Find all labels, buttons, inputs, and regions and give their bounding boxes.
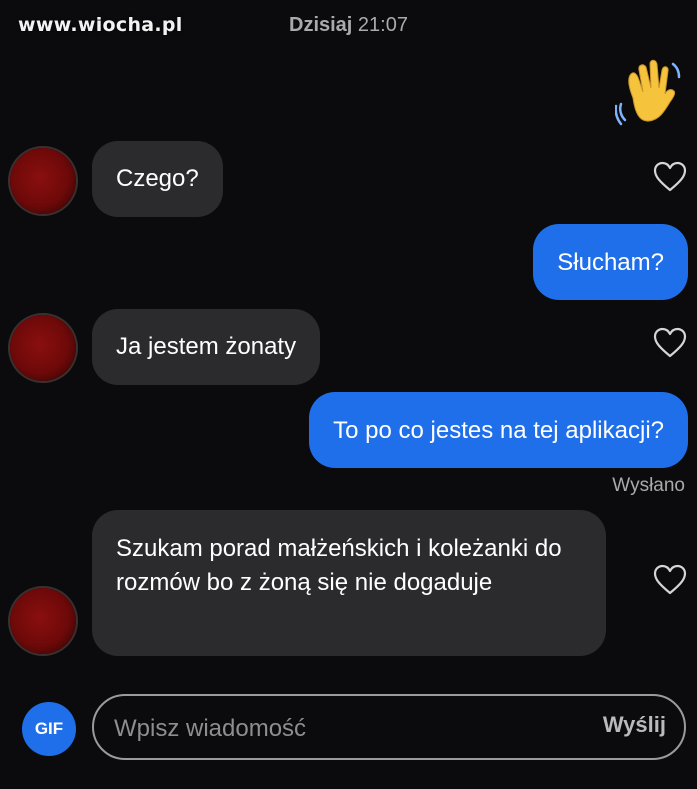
message-composer: Wyślij (92, 694, 686, 760)
heart-outline-icon[interactable] (653, 327, 687, 359)
message-text: Czego? (116, 165, 199, 192)
message-input[interactable] (112, 708, 556, 750)
send-button[interactable]: Wyślij (603, 712, 666, 738)
waving-hand-icon (615, 59, 681, 126)
avatar[interactable] (10, 315, 76, 381)
timestamp-date: Dzisiaj (289, 14, 353, 36)
heart-outline-icon[interactable] (653, 161, 687, 193)
gif-button[interactable]: GIF (22, 702, 76, 756)
avatar[interactable] (10, 588, 76, 654)
message-bubble-incoming: Czego? (92, 141, 223, 217)
timestamp-time: 21:07 (357, 14, 408, 36)
message-bubble-outgoing: To po co jestes na tej aplikacji? (309, 392, 688, 468)
message-text: Słucham? (557, 249, 664, 276)
heart-outline-icon[interactable] (653, 564, 687, 596)
avatar[interactable] (10, 148, 76, 214)
message-bubble-incoming: Ja jestem żonaty (92, 309, 321, 385)
message-text: Ja jestem żonaty (116, 333, 297, 360)
message-bubble-incoming: Szukam porad małżeńskich i koleżanki do … (92, 510, 606, 656)
message-bubble-outgoing: Słucham? (533, 224, 688, 300)
message-status: Wysłano (612, 475, 685, 496)
conversation-timestamp: Dzisiaj 21:07 (0, 14, 697, 37)
message-text: Szukam porad małżeńskich i koleżanki do … (116, 535, 562, 596)
message-text: To po co jestes na tej aplikacji? (333, 417, 664, 444)
